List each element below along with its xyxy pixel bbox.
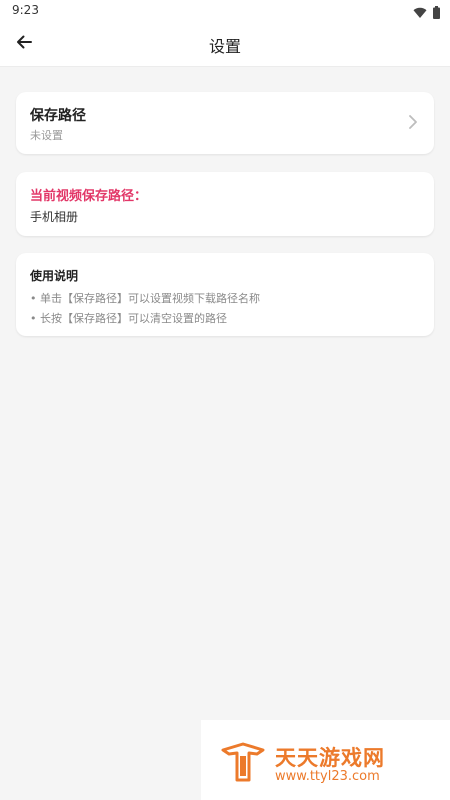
page-title: 设置 (208, 37, 241, 56)
save-path-title: 保存路径 (30, 108, 86, 124)
watermark: 天天游戏网 www.ttyl23.com (201, 720, 450, 800)
usage-card: 使用说明 • 单击【保存路径】可以设置视频下载路径名称 • 长按【保存路径】可以… (16, 253, 434, 336)
usage-line-long-press: • 长按【保存路径】可以清空设置的路径 (30, 312, 227, 325)
status-bar: 9:23 (0, 0, 450, 22)
watermark-brand: 天天游戏网 (275, 746, 385, 770)
app-bar: 设置 (0, 22, 450, 67)
current-path-card: 当前视频保存路径： 手机相册 (16, 172, 434, 236)
battery-icon (433, 4, 440, 23)
wifi-icon (413, 4, 427, 23)
save-path-item[interactable]: 保存路径 未设置 (16, 92, 434, 154)
save-path-status: 未设置 (30, 129, 63, 142)
status-icons (413, 4, 440, 23)
watermark-logo-icon (219, 742, 267, 788)
current-path-label: 当前视频保存路径： (30, 189, 148, 204)
chevron-right-icon (408, 114, 418, 134)
current-path-value: 手机相册 (30, 210, 79, 224)
usage-title: 使用说明 (30, 269, 79, 283)
watermark-url: www.ttyl23.com (275, 769, 380, 784)
usage-line-tap: • 单击【保存路径】可以设置视频下载路径名称 (30, 292, 260, 305)
status-time: 9:23 (12, 3, 39, 17)
